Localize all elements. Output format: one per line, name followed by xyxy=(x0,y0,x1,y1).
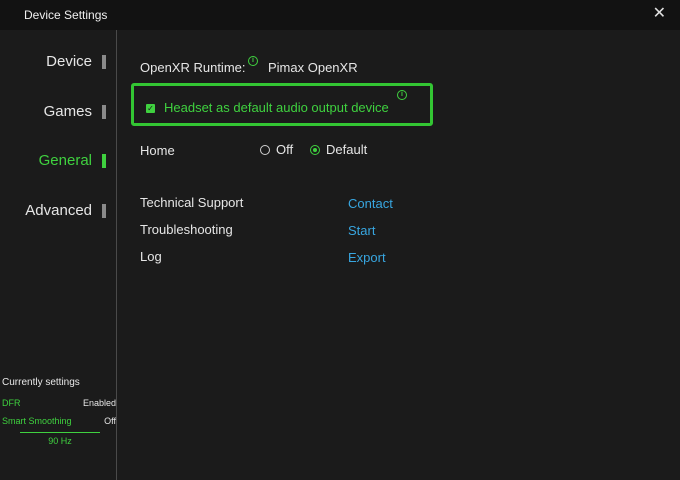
sidebar-item-general[interactable]: General xyxy=(38,152,106,169)
headset-audio-checkbox[interactable]: ✓ xyxy=(146,104,155,113)
setting-value: Enabled xyxy=(82,398,116,408)
sidebar-indicator xyxy=(102,154,106,168)
checkmark-icon: ✓ xyxy=(147,104,154,113)
info-icon[interactable]: i xyxy=(248,56,258,66)
sidebar-indicator xyxy=(102,204,106,218)
current-setting-row: DFR Enabled xyxy=(2,398,116,408)
sidebar-item-label: Games xyxy=(43,103,92,120)
sidebar-item-label: Advanced xyxy=(25,202,92,219)
close-icon[interactable]: ✕ xyxy=(653,5,666,23)
setting-key: Smart Smoothing xyxy=(2,416,72,426)
current-setting-row: Smart Smoothing Off xyxy=(2,416,116,426)
window-title: Device Settings xyxy=(24,8,108,22)
divider xyxy=(20,432,100,433)
tech-support-label: Technical Support xyxy=(140,195,244,210)
troubleshooting-label: Troubleshooting xyxy=(140,222,233,237)
sidebar-indicator xyxy=(102,55,106,69)
export-link[interactable]: Export xyxy=(348,250,386,265)
info-icon[interactable]: i xyxy=(397,90,407,100)
sidebar-item-advanced[interactable]: Advanced xyxy=(25,202,106,219)
setting-value: Off xyxy=(104,416,116,426)
title-bar: Device Settings ✕ xyxy=(0,0,680,30)
start-link[interactable]: Start xyxy=(348,223,375,238)
home-default-label[interactable]: Default xyxy=(326,142,367,157)
sidebar: Device Games General Advanced Currently … xyxy=(0,30,117,480)
sidebar-item-label: Device xyxy=(46,53,92,70)
home-default-radio[interactable] xyxy=(310,145,320,155)
sidebar-indicator xyxy=(102,105,106,119)
sidebar-item-label: General xyxy=(38,152,92,169)
current-settings-title: Currently settings xyxy=(2,377,80,388)
sidebar-item-games[interactable]: Games xyxy=(43,103,106,120)
runtime-label: OpenXR Runtime: xyxy=(140,60,246,75)
home-off-radio[interactable] xyxy=(260,145,270,155)
runtime-value: Pimax OpenXR xyxy=(268,60,358,75)
refresh-rate: 90 Hz xyxy=(48,436,72,446)
home-off-label[interactable]: Off xyxy=(276,142,293,157)
headset-audio-label[interactable]: Headset as default audio output device xyxy=(164,100,389,115)
contact-link[interactable]: Contact xyxy=(348,196,393,211)
setting-key: DFR xyxy=(2,398,21,408)
home-label: Home xyxy=(140,143,175,158)
log-label: Log xyxy=(140,249,162,264)
sidebar-item-device[interactable]: Device xyxy=(46,53,106,70)
